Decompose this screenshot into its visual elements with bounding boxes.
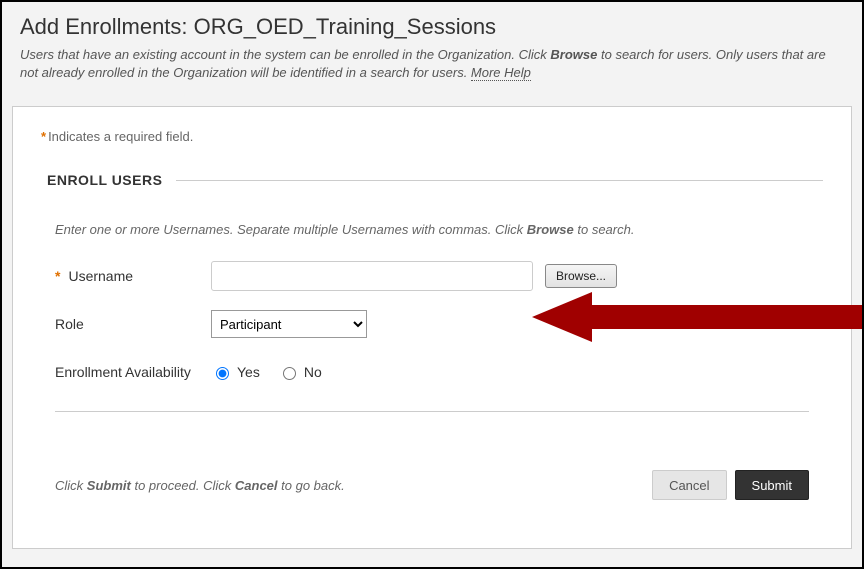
- page-title: Add Enrollments: ORG_OED_Training_Sessio…: [20, 14, 844, 40]
- page-header: Add Enrollments: ORG_OED_Training_Sessio…: [2, 2, 862, 96]
- instructions-text: Enter one or more Usernames. Separate mu…: [55, 222, 823, 237]
- form-divider: [55, 411, 809, 412]
- more-help-link[interactable]: More Help: [471, 65, 531, 81]
- role-select[interactable]: Participant: [211, 310, 367, 338]
- page-description: Users that have an existing account in t…: [20, 46, 844, 82]
- instr-browse-word: Browse: [527, 222, 574, 237]
- footer-submit-word: Submit: [87, 478, 131, 493]
- required-note-text: Indicates a required field.: [48, 129, 193, 144]
- submit-button[interactable]: Submit: [735, 470, 809, 500]
- username-label-text: Username: [68, 268, 133, 284]
- footer-row: Click Submit to proceed. Click Cancel to…: [55, 470, 809, 500]
- role-label-text: Role: [55, 316, 84, 332]
- availability-label-text: Enrollment Availability: [55, 364, 191, 380]
- asterisk-icon: *: [41, 129, 48, 144]
- footer-instructions: Click Submit to proceed. Click Cancel to…: [55, 478, 345, 493]
- role-row: Role Participant: [55, 309, 823, 339]
- cancel-button[interactable]: Cancel: [652, 470, 726, 500]
- required-field-note: *Indicates a required field.: [41, 129, 823, 144]
- availability-no-option[interactable]: No: [278, 364, 322, 380]
- username-row: * Username Browse...: [55, 261, 823, 291]
- section-header-row: ENROLL USERS: [47, 172, 823, 188]
- availability-controls: Yes No: [211, 364, 322, 380]
- footer-mid: to proceed. Click: [131, 478, 235, 493]
- page-frame: Add Enrollments: ORG_OED_Training_Sessio…: [0, 0, 864, 569]
- username-label: * Username: [55, 268, 211, 284]
- availability-yes-label: Yes: [237, 364, 260, 380]
- username-controls: Browse...: [211, 261, 617, 291]
- section-title: ENROLL USERS: [47, 172, 176, 188]
- footer-cancel-word: Cancel: [235, 478, 278, 493]
- desc-text-pre: Users that have an existing account in t…: [20, 47, 550, 62]
- availability-label: Enrollment Availability: [55, 364, 211, 380]
- instr-pre: Enter one or more Usernames. Separate mu…: [55, 222, 527, 237]
- username-input[interactable]: [211, 261, 533, 291]
- instr-post: to search.: [574, 222, 635, 237]
- desc-browse-word: Browse: [550, 47, 597, 62]
- form-panel: *Indicates a required field. ENROLL USER…: [12, 106, 852, 549]
- role-controls: Participant: [211, 310, 367, 338]
- footer-pre: Click: [55, 478, 87, 493]
- availability-no-label: No: [304, 364, 322, 380]
- browse-button[interactable]: Browse...: [545, 264, 617, 288]
- role-label: Role: [55, 316, 211, 332]
- section-divider: [176, 180, 823, 181]
- asterisk-icon: *: [55, 268, 62, 284]
- availability-yes-option[interactable]: Yes: [211, 364, 260, 380]
- availability-yes-radio[interactable]: [216, 367, 229, 380]
- footer-post: to go back.: [278, 478, 345, 493]
- availability-no-radio[interactable]: [283, 367, 296, 380]
- availability-row: Enrollment Availability Yes No: [55, 357, 823, 387]
- footer-buttons: Cancel Submit: [652, 470, 809, 500]
